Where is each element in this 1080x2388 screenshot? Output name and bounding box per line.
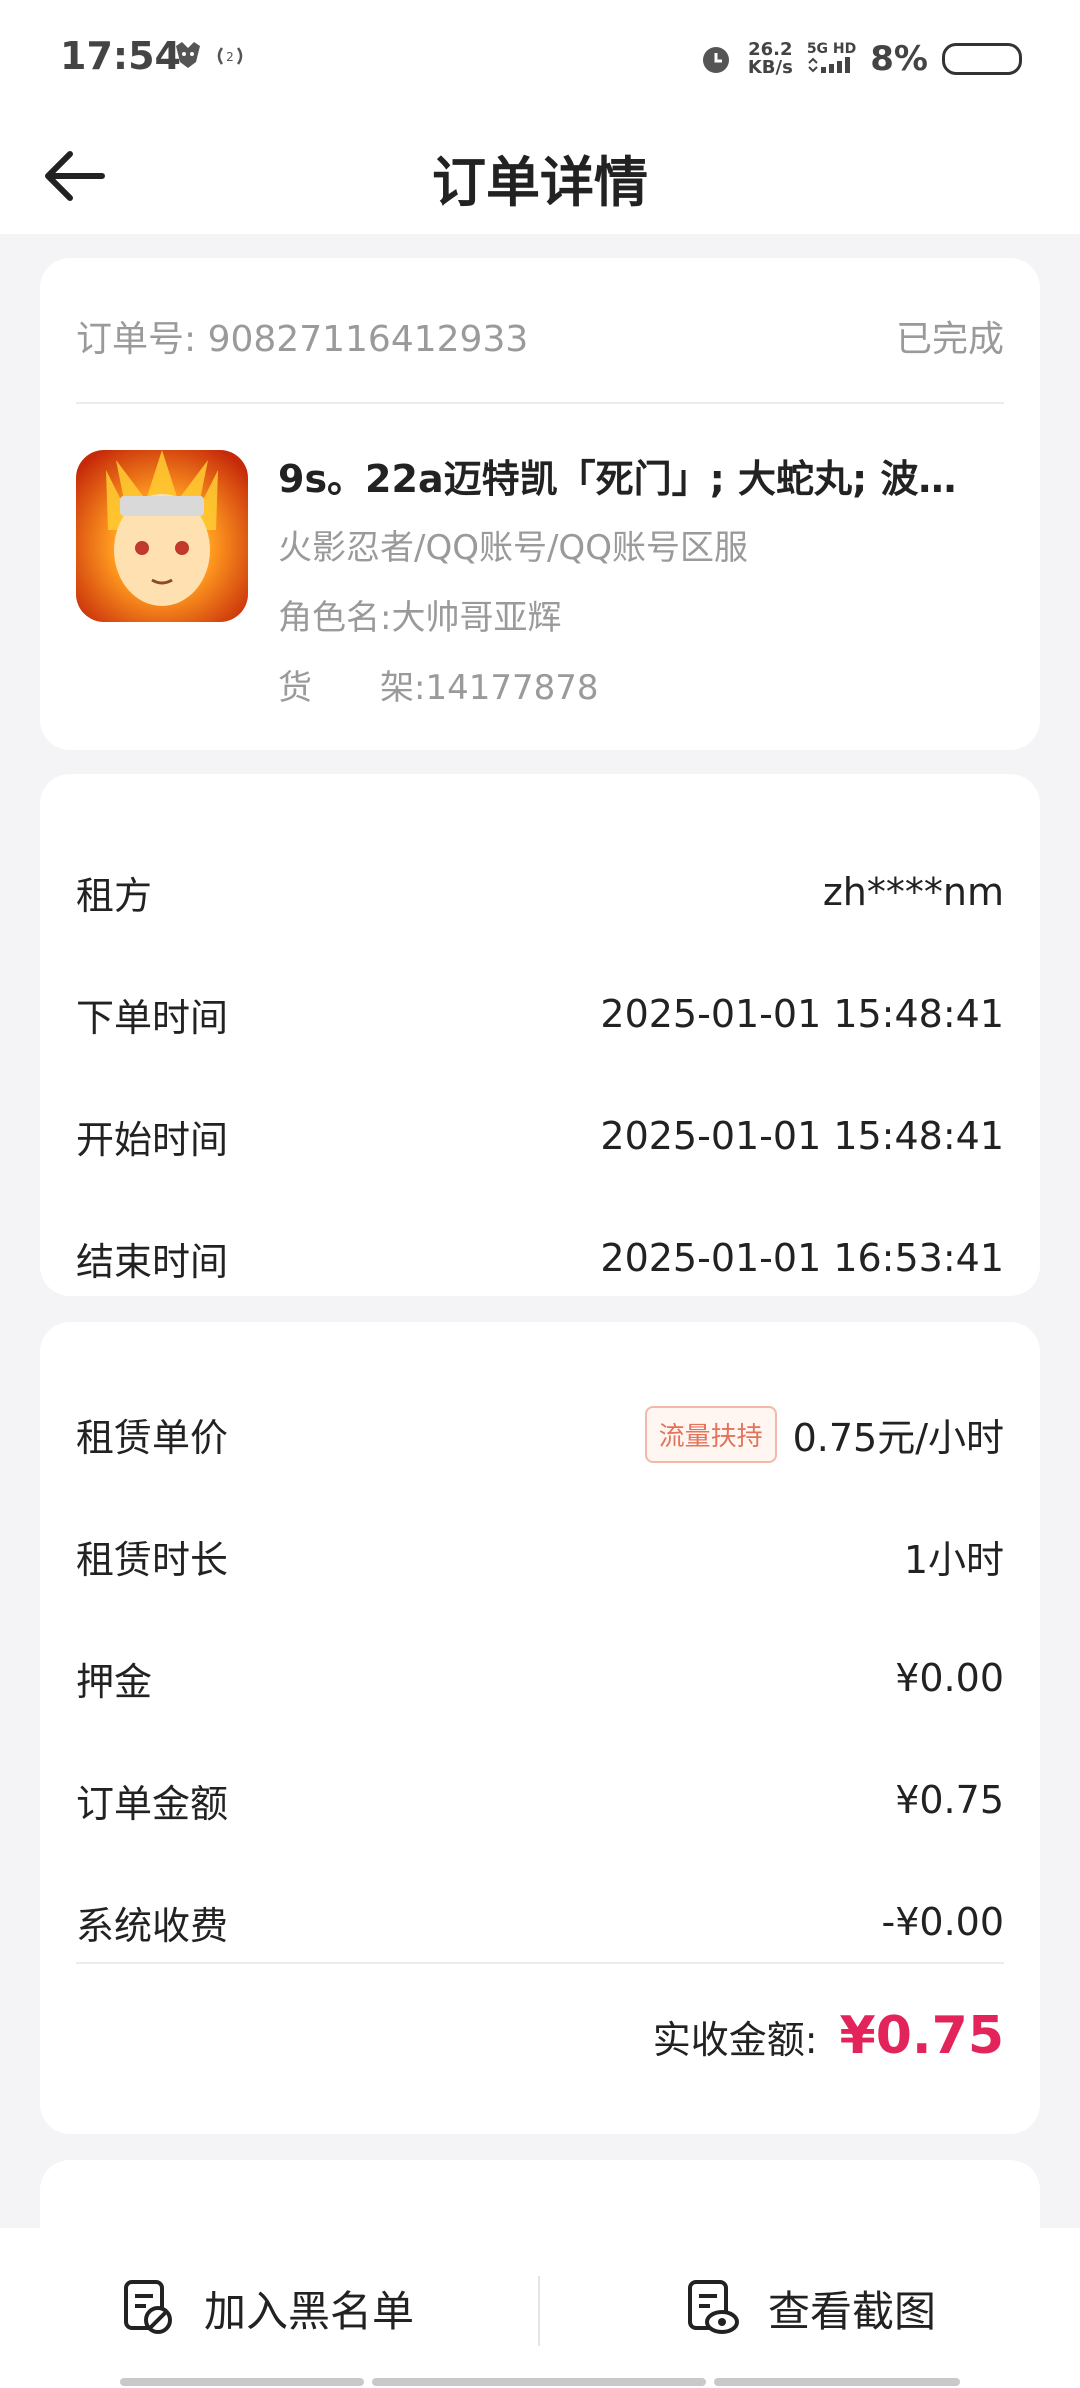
game-thumbnail[interactable] <box>76 450 248 622</box>
system-fee-label: 系统收费 <box>76 1903 229 1948</box>
system-fee-value: -¥0.00 <box>881 1900 1005 1944</box>
shelf-value: 14177878 <box>425 668 599 708</box>
deposit-row: 押金 ¥0.00 <box>76 1648 1004 1708</box>
renter-row: 租方 zh****nm <box>76 862 1004 922</box>
blacklist-label: 加入黑名单 <box>204 2286 415 2336</box>
order-id-label: 订单号: <box>76 319 197 360</box>
product-title[interactable]: 9s。22a迈特凯「死门」; 大蛇丸; 波… <box>278 448 1008 503</box>
shelf-id: 货 架:14177878 <box>278 660 599 709</box>
divider <box>76 402 1004 404</box>
start-time-label: 开始时间 <box>76 1117 229 1162</box>
role-name-value: 大帅哥亚辉 <box>391 598 562 638</box>
order-time-row: 下单时间 2025-01-01 15:48:41 <box>76 984 1004 1044</box>
renter-value: zh****nm <box>822 870 1004 914</box>
order-time-value: 2025-01-01 15:48:41 <box>600 992 1004 1036</box>
end-time-row: 结束时间 2025-01-01 16:53:41 <box>76 1228 1004 1288</box>
network-type: 5G HD <box>807 41 856 77</box>
view-screenshot-icon <box>688 2280 739 2334</box>
network-type-label: 5G HD <box>806 41 857 57</box>
blacklist-icon <box>124 2280 172 2334</box>
duration-label: 租赁时长 <box>76 1537 229 1582</box>
hotspot-icon: 2 <box>217 47 243 65</box>
order-amount-label: 订单金额 <box>76 1781 229 1826</box>
unit-price-value: 0.75元/小时 <box>792 1415 1004 1460</box>
bottom-action-bar: 加入黑名单 查看截图 <box>0 2228 1080 2388</box>
received-amount-label: 实收金额: <box>652 2018 818 2062</box>
battery-icon <box>942 43 1022 75</box>
order-id: 订单号: 90827116412933 <box>76 310 528 362</box>
order-time-label: 下单时间 <box>76 995 229 1040</box>
duration-row: 租赁时长 1小时 <box>76 1526 1004 1586</box>
alarm-icon <box>702 47 729 73</box>
order-status: 已完成 <box>895 319 1004 360</box>
order-id-value: 90827116412933 <box>207 319 529 360</box>
received-amount-value: ¥0.75 <box>839 2006 1004 2066</box>
action-divider <box>538 2276 540 2346</box>
order-card: 订单号: 90827116412933 已完成 9s。22a迈特凯「死门」; 大… <box>40 258 1040 750</box>
traffic-support-badge: 流量扶持 <box>644 1405 777 1463</box>
product-category: 火影忍者/QQ账号/QQ账号区服 <box>278 528 748 568</box>
received-amount-row: 实收金额: ¥0.75 <box>653 2006 1004 2066</box>
blacklist-button[interactable]: 加入黑名单 <box>118 2268 414 2348</box>
end-time-label: 结束时间 <box>76 1239 229 1284</box>
svg-text:2: 2 <box>226 50 234 64</box>
divider <box>76 1962 1004 1964</box>
unit-price-row: 租赁单价 流量扶持 0.75元/小时 <box>76 1404 1004 1464</box>
network-speed: 26.2 KB/s <box>748 41 793 77</box>
deposit-label: 押金 <box>76 1659 153 1704</box>
scroll-indicator <box>714 2378 960 2386</box>
app-notification-icon <box>176 42 200 68</box>
scroll-indicator <box>372 2378 706 2386</box>
renter-label: 租方 <box>76 873 153 918</box>
network-speed-unit: KB/s <box>747 57 793 78</box>
view-screenshot-label: 查看截图 <box>768 2286 937 2336</box>
start-time-row: 开始时间 2025-01-01 15:48:41 <box>76 1106 1004 1166</box>
role-name-label: 角色名: <box>278 598 392 638</box>
view-screenshot-button[interactable]: 查看截图 <box>682 2268 936 2348</box>
start-time-value: 2025-01-01 15:48:41 <box>600 1114 1004 1158</box>
shelf-label: 货 架: <box>278 668 426 708</box>
role-name: 角色名:大帅哥亚辉 <box>278 590 561 639</box>
end-time-value: 2025-01-01 16:53:41 <box>600 1236 1004 1280</box>
system-fee-row: 系统收费 -¥0.00 <box>76 1892 1004 1952</box>
deposit-value: ¥0.00 <box>895 1656 1004 1700</box>
status-time: 17:54 <box>60 34 181 78</box>
status-right-group: 26.2 KB/s 5G HD 8% <box>698 34 1022 84</box>
unit-price-label: 租赁单价 <box>76 1415 229 1460</box>
order-amount-value: ¥0.75 <box>895 1778 1004 1822</box>
pricing-card: 租赁单价 流量扶持 0.75元/小时 租赁时长 1小时 押金 ¥0.00 订单金… <box>40 1322 1040 2134</box>
unit-price-value-group: 流量扶持 0.75元/小时 <box>644 1405 1004 1463</box>
battery-percent: 8% <box>870 39 928 79</box>
rental-info-card: 租方 zh****nm 下单时间 2025-01-01 15:48:41 开始时… <box>40 774 1040 1296</box>
page-title: 订单详情 <box>432 151 648 214</box>
status-bar: 17:54 2 26.2 KB/s 5G HD 8% <box>0 0 1080 116</box>
nav-bar: 订单详情 <box>0 116 1080 234</box>
signal-icon <box>808 57 850 73</box>
duration-value: 1小时 <box>903 1537 1004 1582</box>
order-amount-row: 订单金额 ¥0.75 <box>76 1770 1004 1830</box>
scroll-indicator <box>120 2378 364 2386</box>
